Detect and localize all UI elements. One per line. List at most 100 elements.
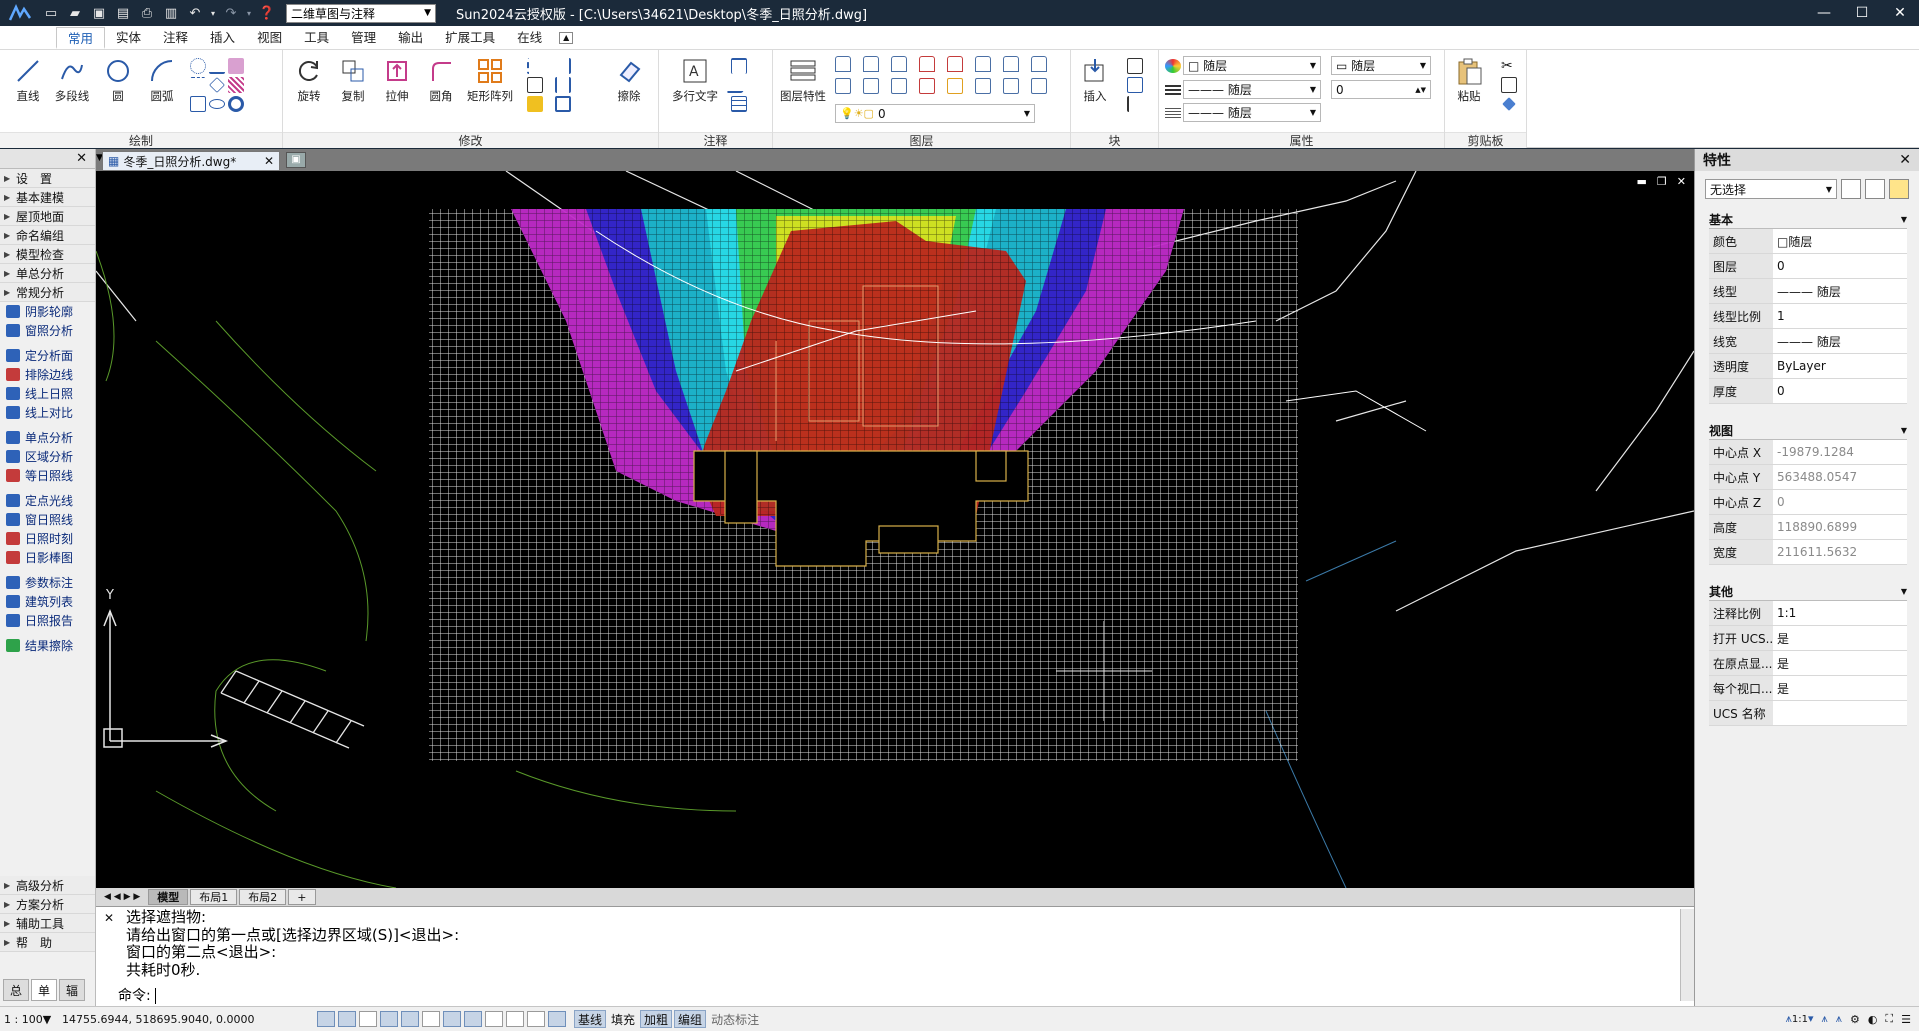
- property-value[interactable]: 563488.0547: [1773, 465, 1907, 489]
- undo-dropdown-icon[interactable]: ▾: [208, 3, 218, 23]
- dimension-icon[interactable]: [731, 58, 747, 74]
- dynamic-ucs-icon[interactable]: [443, 1011, 461, 1027]
- layer-tool-icon[interactable]: [891, 78, 907, 94]
- palette-item[interactable]: 区域分析: [0, 447, 95, 466]
- property-row[interactable]: 高度 118890.6899: [1709, 515, 1907, 540]
- insert-block-button[interactable]: 插入: [1073, 54, 1117, 104]
- erase-button[interactable]: 擦除: [607, 54, 651, 104]
- property-value[interactable]: ——— 随层: [1773, 279, 1907, 303]
- tab-solid[interactable]: 实体: [105, 27, 152, 49]
- palette-item[interactable]: 日照报告: [0, 611, 95, 630]
- palette-category[interactable]: ▶ 高级分析: [0, 876, 95, 895]
- properties-section-header[interactable]: 基本 ▼: [1709, 211, 1907, 229]
- property-value[interactable]: □随层: [1773, 229, 1907, 253]
- fullscreen-icon[interactable]: ⛶: [1885, 1012, 1893, 1026]
- cut-icon[interactable]: ✂: [1501, 58, 1517, 74]
- property-row[interactable]: 线宽 ——— 随层: [1709, 329, 1907, 354]
- lineweight-icon[interactable]: [1165, 106, 1181, 118]
- polar-icon[interactable]: [380, 1011, 398, 1027]
- hatch-icon[interactable]: [228, 77, 244, 93]
- quick-select-icon[interactable]: [1889, 179, 1909, 199]
- toggle-bold[interactable]: 加粗: [640, 1010, 673, 1028]
- tab-output[interactable]: 输出: [387, 27, 434, 49]
- donut-icon[interactable]: [228, 96, 244, 112]
- palette-item[interactable]: 定分析面: [0, 346, 95, 365]
- layer-tool-icon[interactable]: [1003, 78, 1019, 94]
- viewport-restore-icon[interactable]: ❐: [1657, 175, 1667, 188]
- layer-tool-icon[interactable]: [975, 78, 991, 94]
- circle-button[interactable]: 圆: [96, 54, 140, 104]
- property-row[interactable]: 中心点 X -19879.1284: [1709, 440, 1907, 465]
- annotation-autoscale-icon[interactable]: ⩚: [1836, 1012, 1842, 1026]
- drawing-canvas[interactable]: Y ▬ ❐ ✕: [96, 171, 1694, 888]
- palette-item[interactable]: 等日照线: [0, 466, 95, 485]
- property-row[interactable]: 中心点 Y 563488.0547: [1709, 465, 1907, 490]
- table-icon[interactable]: [731, 96, 747, 112]
- property-row[interactable]: 线型 ——— 随层: [1709, 279, 1907, 304]
- palette-item[interactable]: 单点分析: [0, 428, 95, 447]
- property-row[interactable]: 每个视口... 是: [1709, 676, 1907, 701]
- property-value[interactable]: 211611.5632: [1773, 540, 1907, 564]
- linetype-icon[interactable]: [1165, 83, 1181, 95]
- minimize-icon[interactable]: —: [1805, 0, 1843, 26]
- layer-tool-icon[interactable]: [919, 56, 935, 72]
- layer-tool-icon[interactable]: [835, 56, 851, 72]
- property-row[interactable]: 线型比例 1: [1709, 304, 1907, 329]
- lineweight-select[interactable]: ——— 随层 ▼: [1183, 103, 1321, 122]
- isolate-icon[interactable]: ◐: [1868, 1013, 1878, 1026]
- layer-tool-icon[interactable]: [1031, 78, 1047, 94]
- palette-item[interactable]: 窗照分析: [0, 321, 95, 340]
- point-icon[interactable]: [190, 58, 206, 74]
- property-row[interactable]: 颜色 □随层: [1709, 229, 1907, 254]
- snap-grid-icon[interactable]: [338, 1011, 356, 1027]
- scale-icon[interactable]: [555, 96, 571, 112]
- plotstyle-select[interactable]: ▭ 随层 ▼: [1331, 56, 1431, 75]
- close-icon[interactable]: ✕: [104, 911, 114, 925]
- create-block-icon[interactable]: [1127, 58, 1143, 74]
- move-icon[interactable]: [527, 96, 543, 112]
- property-value[interactable]: 1: [1773, 304, 1907, 328]
- plot-preview-icon[interactable]: ▥: [160, 3, 182, 23]
- copy-button[interactable]: 复制: [331, 54, 375, 104]
- layer-tool-icon[interactable]: [863, 78, 879, 94]
- layer-tool-icon[interactable]: [835, 78, 851, 94]
- properties-section-header[interactable]: 视图 ▼: [1709, 422, 1907, 440]
- mtext-button[interactable]: A 多行文字: [665, 54, 725, 104]
- tab-add-layout[interactable]: +: [288, 889, 316, 905]
- mirror-icon[interactable]: [555, 77, 571, 93]
- layer-tool-icon[interactable]: [863, 56, 879, 72]
- close-icon[interactable]: ✕: [1899, 152, 1911, 168]
- property-row[interactable]: 中心点 Z0: [1709, 490, 1907, 515]
- palette-category[interactable]: ▶ 单总分析: [0, 264, 95, 283]
- layer-tool-icon[interactable]: [975, 56, 991, 72]
- palette-category[interactable]: ▶ 方案分析: [0, 895, 95, 914]
- maximize-icon[interactable]: ☐: [1843, 0, 1881, 26]
- palette-tab-radiation[interactable]: 辐: [59, 979, 85, 1001]
- layer-select[interactable]: 💡☀▢ 0 ▼: [835, 104, 1035, 123]
- grid-display-icon[interactable]: [317, 1011, 335, 1027]
- color-palette-icon[interactable]: [1165, 59, 1181, 73]
- workspace-select[interactable]: 二维草图与注释 ▼: [286, 3, 436, 23]
- property-row[interactable]: 厚度 0: [1709, 379, 1907, 404]
- select-objects-icon[interactable]: [1865, 179, 1885, 199]
- app-logo-icon[interactable]: [0, 0, 40, 26]
- property-row[interactable]: 注释比例 1:1: [1709, 601, 1907, 626]
- dynamic-input-icon[interactable]: [464, 1011, 482, 1027]
- line-button[interactable]: 直线: [6, 54, 50, 104]
- ortho-icon[interactable]: [359, 1011, 377, 1027]
- document-tab[interactable]: ▦ 冬季_日照分析.dwg* ✕: [102, 151, 280, 171]
- offset-icon[interactable]: [527, 77, 543, 93]
- extend-icon[interactable]: [555, 58, 571, 74]
- save-icon[interactable]: ▣: [88, 3, 110, 23]
- properties-section-header[interactable]: 其他 ▼: [1709, 583, 1907, 601]
- redo-dropdown-icon[interactable]: ▾: [244, 3, 254, 23]
- property-value[interactable]: 是: [1773, 626, 1907, 650]
- palette-category[interactable]: ▶ 设 置: [0, 169, 95, 188]
- trim-icon[interactable]: [527, 58, 543, 74]
- viewport-close-icon[interactable]: ✕: [1677, 175, 1686, 188]
- palette-item[interactable]: 建筑列表: [0, 592, 95, 611]
- palette-item[interactable]: 定点光线: [0, 491, 95, 510]
- arc-button[interactable]: 圆弧: [140, 54, 184, 104]
- edit-block-icon[interactable]: [1127, 77, 1143, 93]
- property-value[interactable]: ByLayer: [1773, 354, 1907, 378]
